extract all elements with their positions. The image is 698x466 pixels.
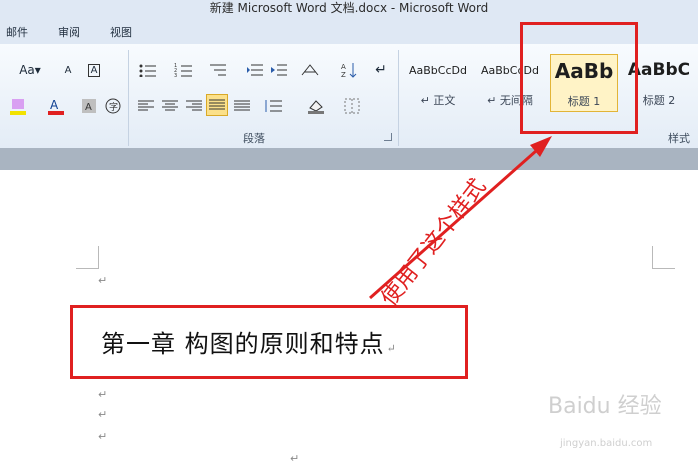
baidu-watermark-url: jingyan.baidu.com	[560, 438, 653, 449]
baidu-watermark: Baidu 经验	[548, 394, 662, 419]
